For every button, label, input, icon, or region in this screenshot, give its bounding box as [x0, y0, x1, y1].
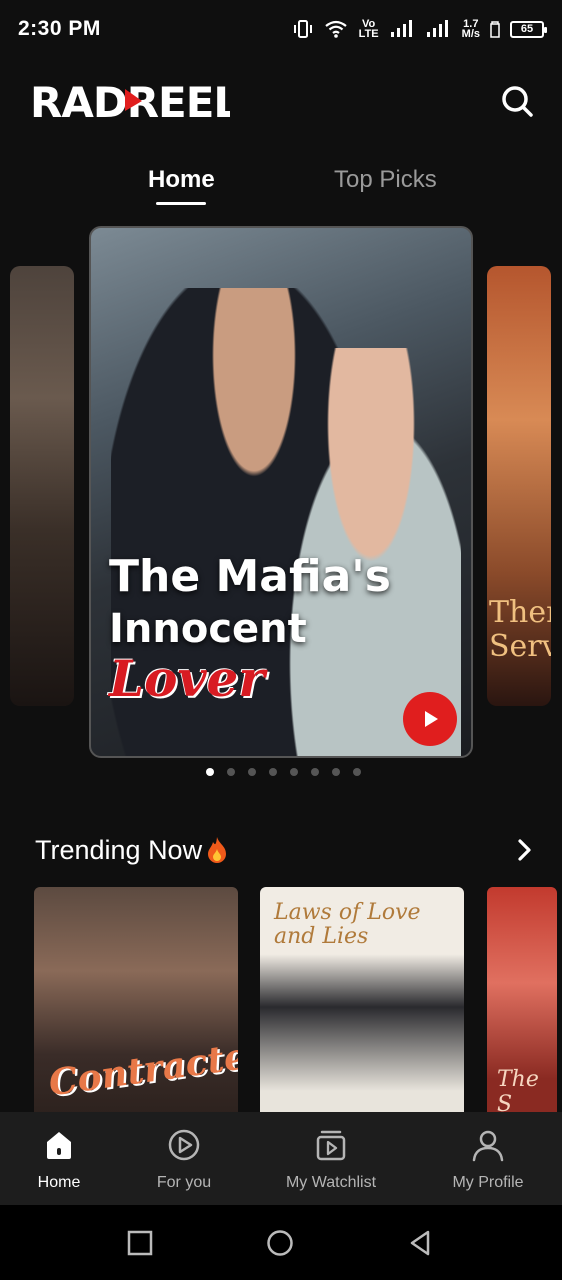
radreel-logo: RADREEL: [30, 79, 230, 123]
next-card-title: Then Serv: [489, 595, 551, 664]
wifi-icon: [324, 20, 347, 38]
carousel-dot[interactable]: [206, 768, 214, 776]
speed-unit: M/s: [461, 28, 480, 40]
tab-home[interactable]: Home: [148, 166, 215, 194]
battery-indicator: 65: [510, 20, 547, 38]
nav-for-you-label: For you: [156, 1174, 212, 1191]
featured-title-word: Innocent: [109, 606, 307, 652]
battery-saver-icon: [490, 21, 500, 38]
trending-card-title: The S: [497, 1067, 539, 1112]
bottom-navigation: Home For you My Watchlist My Profile: [0, 1112, 562, 1205]
home-icon: [47, 1132, 71, 1159]
carousel-dot[interactable]: [290, 768, 298, 776]
app-logo[interactable]: RADREEL: [30, 79, 230, 123]
system-navigation-bar: [0, 1205, 562, 1280]
tab-bar: Home Top Picks: [0, 160, 562, 210]
nav-home[interactable]: Home: [24, 1112, 94, 1205]
profile-icon: [472, 1130, 504, 1162]
chevron-right-icon[interactable]: [513, 837, 535, 863]
featured-carousel[interactable]: Then Serv The Mafia's Innocent Lover: [0, 226, 562, 761]
active-tab-indicator: [156, 202, 206, 205]
status-bar: 2:30 PM Vo LTE 1.7 M/s 65: [0, 0, 562, 58]
carousel-dot[interactable]: [353, 768, 361, 776]
featured-title-script: Lover: [109, 649, 265, 708]
carousel-dot[interactable]: [311, 768, 319, 776]
network-type: Vo LTE: [358, 18, 379, 40]
carousel-card-next[interactable]: Then Serv: [487, 266, 551, 706]
app-header: RADREEL: [30, 70, 535, 132]
trending-card-title: Laws of Love and Lies: [274, 900, 421, 949]
carousel-card-prev[interactable]: [10, 266, 74, 706]
play-button[interactable]: [403, 692, 457, 746]
nav-for-you[interactable]: For you: [144, 1112, 224, 1205]
play-icon: [425, 711, 438, 727]
play-circle-icon: [168, 1129, 200, 1161]
search-icon[interactable]: [499, 83, 535, 119]
signal-icon: [390, 20, 412, 37]
carousel-dot[interactable]: [269, 768, 277, 776]
featured-title-line2: Innocent Lover: [109, 604, 459, 708]
carousel-dot[interactable]: [227, 768, 235, 776]
status-icons: Vo LTE 1.7 M/s 65: [292, 18, 547, 40]
trending-list[interactable]: Contracted Laws of Love and Lies The S: [0, 887, 562, 1112]
vibrate-icon: [293, 20, 312, 38]
nav-watchlist[interactable]: My Watchlist: [276, 1112, 386, 1205]
carousel-dot[interactable]: [332, 768, 340, 776]
recent-apps-icon[interactable]: [126, 1229, 154, 1257]
trending-card-title: Contracted: [46, 1031, 238, 1105]
watchlist-icon: [316, 1130, 346, 1161]
nav-profile[interactable]: My Profile: [440, 1112, 536, 1205]
featured-title-line1: The Mafia's: [109, 551, 391, 602]
trending-title: Trending Now: [35, 834, 203, 865]
trending-card[interactable]: Contracted: [34, 887, 238, 1112]
signal-2-icon: [426, 20, 448, 37]
featured-title: The Mafia's Innocent Lover: [109, 550, 459, 708]
trending-card[interactable]: The S: [487, 887, 557, 1112]
carousel-pagination: [206, 768, 361, 776]
featured-card[interactable]: The Mafia's Innocent Lover: [89, 226, 473, 758]
back-icon[interactable]: [406, 1229, 434, 1257]
carousel-dot[interactable]: [248, 768, 256, 776]
nav-watchlist-label: My Watchlist: [285, 1174, 377, 1191]
nav-profile-label: My Profile: [452, 1174, 524, 1191]
nav-home-label: Home: [37, 1174, 81, 1191]
home-circle-icon[interactable]: [266, 1229, 294, 1257]
trending-card[interactable]: Laws of Love and Lies: [260, 887, 464, 1112]
tab-top-picks[interactable]: Top Picks: [334, 166, 437, 194]
network-speed: 1.7 M/s: [461, 19, 480, 40]
status-time: 2:30 PM: [18, 17, 101, 40]
fire-icon: [208, 837, 227, 863]
trending-header: Trending Now: [35, 830, 535, 870]
